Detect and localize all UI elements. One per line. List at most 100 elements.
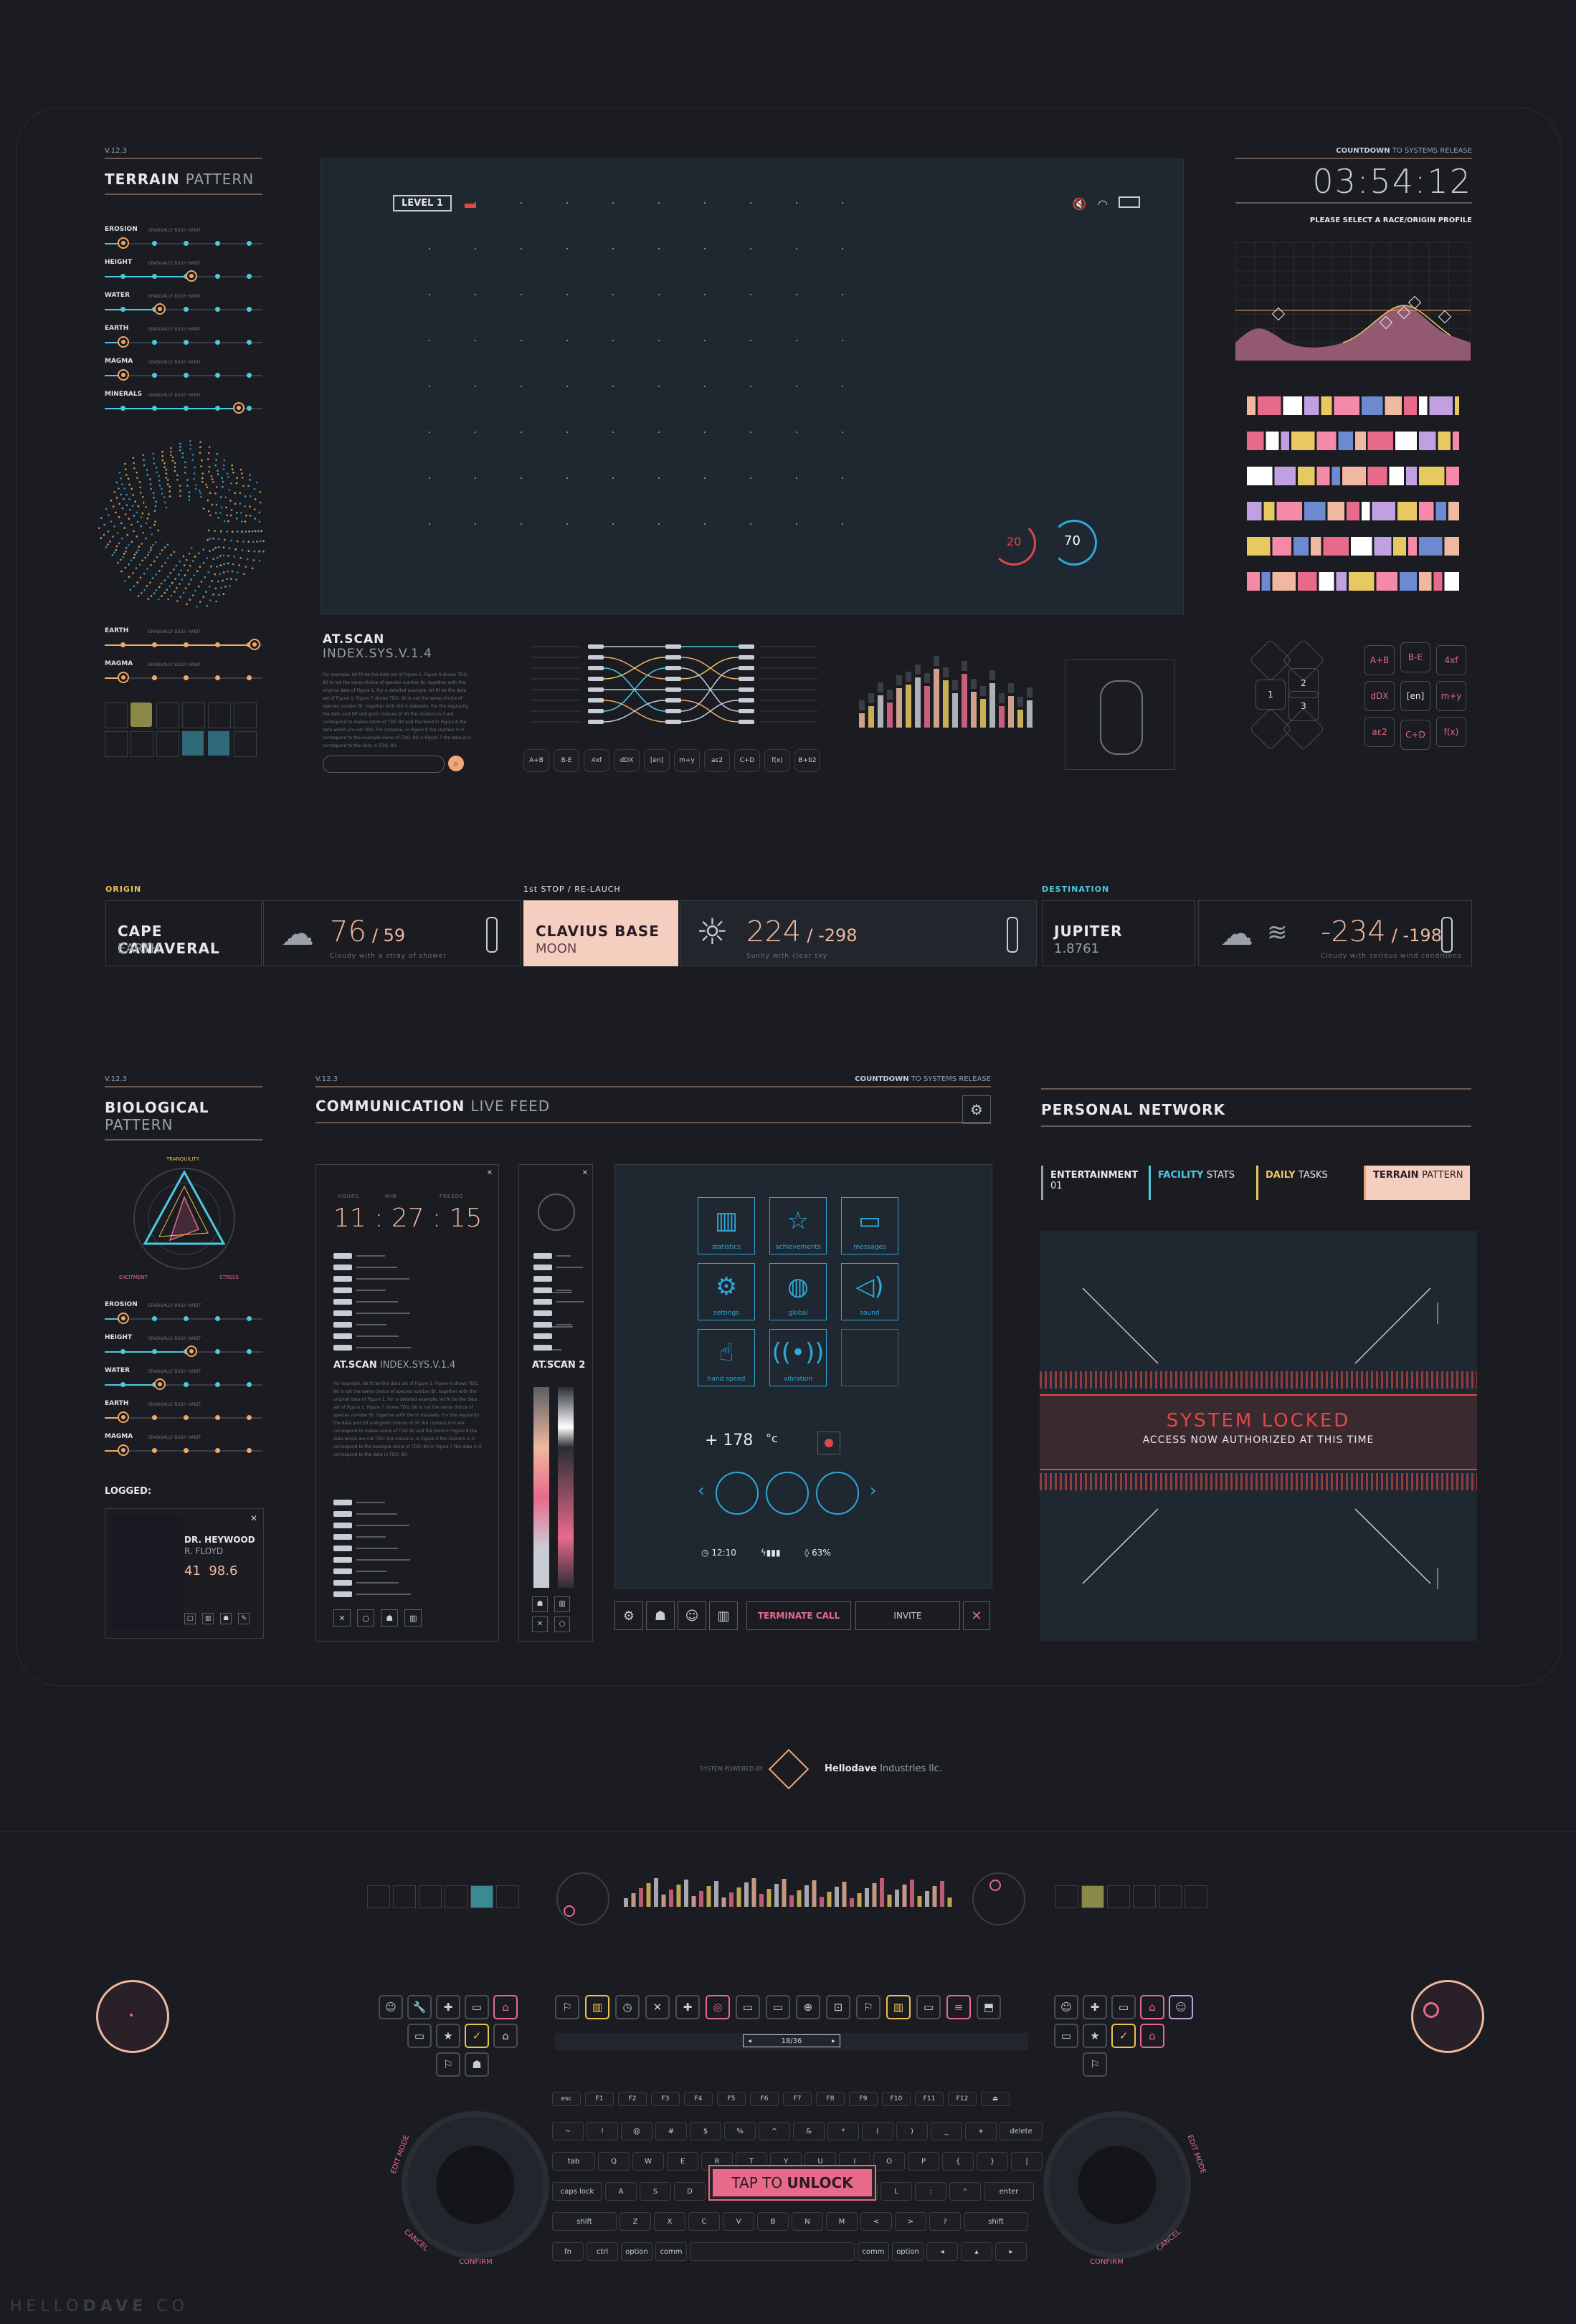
key-o[interactable]: O: [873, 2152, 905, 2171]
main-viewport[interactable]: LEVEL 1 🔇 ◠ 20 70: [321, 158, 1184, 614]
slider-knob[interactable]: [186, 1346, 197, 1357]
tile-blank[interactable]: [841, 1329, 898, 1386]
slider-knob[interactable]: [186, 270, 197, 282]
cart-icon[interactable]: ⚐: [856, 1995, 880, 2019]
slider-knob[interactable]: [118, 1411, 130, 1423]
slider-earth[interactable]: EARTH GRADUALLY BIGLY HABIT: [105, 1400, 262, 1429]
key-~[interactable]: ~: [552, 2122, 584, 2140]
pad-key-f[interactable]: m+y: [1436, 681, 1466, 711]
close-icon[interactable]: ✕: [645, 1995, 670, 2019]
slider-erosion[interactable]: EROSION GRADUALLY BIGLY HABIT: [105, 226, 262, 254]
card-icon[interactable]: ▭: [407, 2024, 432, 2048]
slider-knob[interactable]: [118, 1313, 130, 1324]
globe-icon[interactable]: [766, 1472, 809, 1515]
book-icon[interactable]: ⬒: [977, 1995, 1001, 2019]
right-knob[interactable]: [1411, 1980, 1484, 2053]
key-space[interactable]: [690, 2242, 855, 2261]
key-esc[interactable]: esc: [552, 2092, 581, 2106]
target-icon[interactable]: ◎: [706, 1995, 730, 2019]
list-item[interactable]: [533, 1248, 571, 1259]
list-item[interactable]: [533, 1294, 584, 1305]
swatch[interactable]: [1107, 1885, 1130, 1908]
slider-earth[interactable]: EARTH GRADUALLY BIGLY HABIT: [105, 627, 262, 656]
list-item[interactable]: [333, 1305, 410, 1316]
star-icon[interactable]: ★: [436, 2024, 460, 2048]
unlock-button[interactable]: TAP TO UNLOCK: [708, 2165, 876, 2201]
key-:[interactable]: :: [915, 2182, 946, 2201]
key-comm[interactable]: comm: [655, 2242, 687, 2261]
swatch[interactable]: [234, 703, 257, 728]
list-item[interactable]: [533, 1305, 584, 1328]
list-item[interactable]: [333, 1518, 409, 1528]
user-icon[interactable]: ☺: [379, 1995, 403, 2019]
pad-key-i[interactable]: f(x): [1436, 717, 1466, 747]
gear-icon[interactable]: ⚙: [962, 1095, 991, 1124]
key-x[interactable]: X: [654, 2212, 685, 2231]
chart-icon[interactable]: ▥: [554, 1596, 571, 1612]
swatch[interactable]: [367, 1885, 390, 1908]
formula-key[interactable]: 4xf: [584, 749, 609, 772]
slider-knob[interactable]: [249, 639, 260, 650]
clock-icon[interactable]: ◷: [615, 1995, 640, 2019]
stats-icon[interactable]: ▥: [585, 1995, 609, 2019]
terrain-profile-chart[interactable]: [1235, 242, 1471, 361]
cart-icon[interactable]: ⚐: [436, 2052, 460, 2077]
formula-key[interactable]: dDX: [614, 749, 640, 772]
swatch[interactable]: [419, 1885, 442, 1908]
lock-screen[interactable]: SYSTEM LOCKED ACCESS NOW AUTHORIZED AT T…: [1040, 1231, 1477, 1641]
list-item[interactable]: [333, 1495, 385, 1505]
key-![interactable]: !: [587, 2122, 618, 2140]
list-item[interactable]: [533, 1282, 571, 1293]
formula-key[interactable]: A+B: [523, 749, 549, 772]
slider-height[interactable]: HEIGHT GRADUALLY BIGLY HABIT: [105, 1334, 262, 1363]
card-icon[interactable]: ▭: [916, 1995, 941, 2019]
search-icon[interactable]: ⌕: [448, 756, 464, 771]
key-z[interactable]: Z: [620, 2212, 651, 2231]
list-item[interactable]: [333, 1529, 386, 1540]
left-jog-dial[interactable]: [402, 2111, 549, 2259]
list-item[interactable]: [533, 1317, 572, 1328]
list-item[interactable]: [533, 1328, 584, 1351]
invite-button[interactable]: INVITE: [855, 1601, 960, 1630]
key-b[interactable]: B: [757, 2212, 789, 2231]
tab-entertainment[interactable]: ENTERTAINMENT 01: [1041, 1166, 1147, 1200]
tile-statistics[interactable]: ▥ statistics: [698, 1197, 755, 1254]
slider-knob[interactable]: [118, 1444, 130, 1456]
stats-icon[interactable]: ▥: [709, 1601, 738, 1630]
key-v[interactable]: V: [723, 2212, 754, 2231]
swatch[interactable]: [156, 731, 179, 757]
slider-knob[interactable]: [154, 303, 166, 315]
terminate-call-button[interactable]: TERMINATE CALL: [746, 1601, 851, 1630]
key-d[interactable]: D: [674, 2182, 706, 2201]
list-item[interactable]: [333, 1294, 398, 1305]
list-item[interactable]: [333, 1586, 411, 1597]
logged-user-card[interactable]: ✕ DR. HEYWOOD R. FLOYD 41 98.6 □ ▥ ☗ ✎: [105, 1508, 264, 1639]
pad-key-d[interactable]: dDX: [1364, 681, 1395, 711]
slider-magma[interactable]: MAGMA GRADUALLY BIGLY HABIT: [105, 358, 262, 386]
key-&[interactable]: &: [793, 2122, 825, 2140]
key-{[interactable]: {: [942, 2152, 974, 2171]
key-caps-lock[interactable]: caps lock: [552, 2182, 602, 2201]
key-s[interactable]: S: [640, 2182, 671, 2201]
profile-icon[interactable]: ☺: [1169, 1995, 1193, 2019]
card-icon[interactable]: ▭: [1111, 1995, 1136, 2019]
key-<[interactable]: <: [860, 2212, 892, 2231]
key-shift[interactable]: shift: [964, 2212, 1028, 2231]
key-comm[interactable]: comm: [858, 2242, 889, 2261]
key-option[interactable]: option: [892, 2242, 924, 2261]
formula-key[interactable]: f(x): [764, 749, 790, 772]
list-item[interactable]: [533, 1259, 583, 1270]
key-f3[interactable]: F3: [651, 2092, 680, 2106]
home-icon[interactable]: ⌂: [1140, 1995, 1164, 2019]
tile-sound[interactable]: ◁) sound: [841, 1263, 898, 1320]
pad-key-g[interactable]: aε2: [1364, 717, 1395, 747]
action-button[interactable]: ☗: [220, 1613, 232, 1624]
key-%[interactable]: %: [724, 2122, 756, 2140]
pad-key-a[interactable]: A+B: [1364, 645, 1395, 675]
key->[interactable]: >: [895, 2212, 926, 2231]
key-|[interactable]: |: [1011, 2152, 1043, 2171]
user-icon[interactable]: ☺: [1054, 1995, 1078, 2019]
tile-hand-speed[interactable]: ☝ hand speed: [698, 1329, 755, 1386]
key-f4[interactable]: F4: [684, 2092, 713, 2106]
slider-knob[interactable]: [118, 369, 130, 381]
